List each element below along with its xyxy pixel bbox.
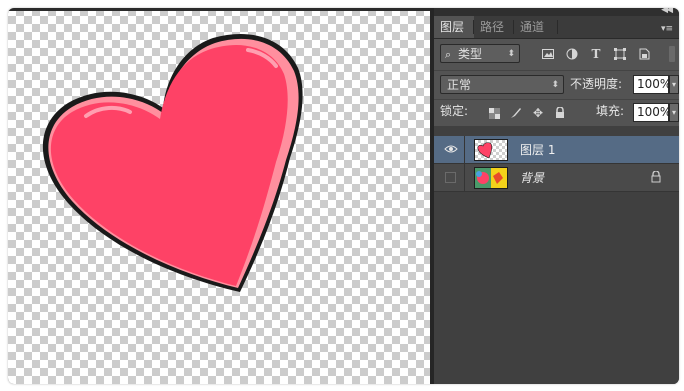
filter-row: ⌕ 类型 ⬍ T bbox=[434, 39, 679, 71]
fill-input[interactable]: 100% bbox=[633, 103, 671, 122]
layers-list: 图层 1 背景 bbox=[434, 126, 679, 384]
collapse-panel-icon[interactable]: ◀◀ bbox=[661, 8, 673, 15]
tab-paths[interactable]: 路径 bbox=[474, 16, 514, 38]
canvas-area[interactable] bbox=[8, 8, 430, 384]
panel-title-strip: ◀◀ bbox=[434, 8, 679, 16]
image-filter-icon[interactable] bbox=[540, 46, 556, 62]
fill-label: 填充: bbox=[596, 104, 625, 118]
chevron-updown-icon: ⬍ bbox=[507, 49, 515, 59]
layer-row-layer1[interactable]: 图层 1 bbox=[434, 136, 679, 164]
blend-mode-select[interactable]: 正常 ⬍ bbox=[440, 75, 564, 94]
blend-mode-value: 正常 bbox=[447, 78, 472, 92]
layer-name[interactable]: 图层 1 bbox=[520, 136, 555, 164]
filter-toggle-switch[interactable] bbox=[669, 46, 675, 62]
tab-label: 图层 bbox=[440, 20, 465, 34]
photoshop-window: ◀◀ 图层 路径 通道 ▾≡ ⌕ 类型 ⬍ T 正常 ⬍ 不透明度: 100% … bbox=[8, 8, 679, 384]
visibility-toggle[interactable] bbox=[445, 172, 456, 183]
fill-spin-icon[interactable]: ▾ bbox=[669, 103, 679, 122]
panel-tabbar: 图层 路径 通道 ▾≡ bbox=[434, 16, 679, 39]
search-icon: ⌕ bbox=[445, 48, 452, 61]
chevron-updown-icon: ⬍ bbox=[551, 80, 559, 90]
panel-menu-icon[interactable]: ▾≡ bbox=[661, 24, 673, 34]
tab-label: 通道 bbox=[520, 20, 545, 34]
filter-type-select[interactable]: ⌕ 类型 ⬍ bbox=[440, 44, 520, 63]
layer-row-background[interactable]: 背景 bbox=[434, 164, 679, 192]
opacity-input[interactable]: 100% bbox=[633, 75, 671, 94]
filter-type-value: 类型 bbox=[458, 47, 483, 61]
shape-filter-icon[interactable] bbox=[612, 46, 628, 62]
eye-icon[interactable] bbox=[444, 143, 458, 157]
blend-row: 正常 ⬍ 不透明度: 100% ▾ bbox=[434, 70, 679, 100]
opacity-spin-icon[interactable]: ▾ bbox=[669, 75, 679, 94]
layers-panel: ◀◀ 图层 路径 通道 ▾≡ ⌕ 类型 ⬍ T 正常 ⬍ 不透明度: 100% … bbox=[434, 8, 679, 384]
lock-label: 锁定: bbox=[440, 104, 469, 118]
heart-shape[interactable] bbox=[8, 8, 430, 384]
lock-all-icon[interactable] bbox=[552, 105, 568, 121]
lock-icon bbox=[651, 170, 661, 186]
layer-thumbnail bbox=[474, 167, 508, 189]
layer-thumbnail bbox=[474, 139, 508, 161]
adjustment-filter-icon[interactable] bbox=[564, 46, 580, 62]
layer-name[interactable]: 背景 bbox=[520, 164, 544, 192]
type-filter-icon[interactable]: T bbox=[588, 46, 604, 62]
lock-image-icon[interactable] bbox=[508, 105, 524, 121]
opacity-label: 不透明度: bbox=[570, 77, 623, 91]
tab-label: 路径 bbox=[480, 20, 505, 34]
lock-row: 锁定: ✥ 填充: 100% ▾ bbox=[434, 100, 679, 127]
lock-position-icon[interactable]: ✥ bbox=[530, 105, 546, 121]
smart-object-filter-icon[interactable] bbox=[636, 46, 652, 62]
tab-channels[interactable]: 通道 bbox=[514, 16, 558, 38]
tab-layers[interactable]: 图层 bbox=[434, 16, 474, 38]
lock-transparent-icon[interactable] bbox=[486, 105, 502, 121]
